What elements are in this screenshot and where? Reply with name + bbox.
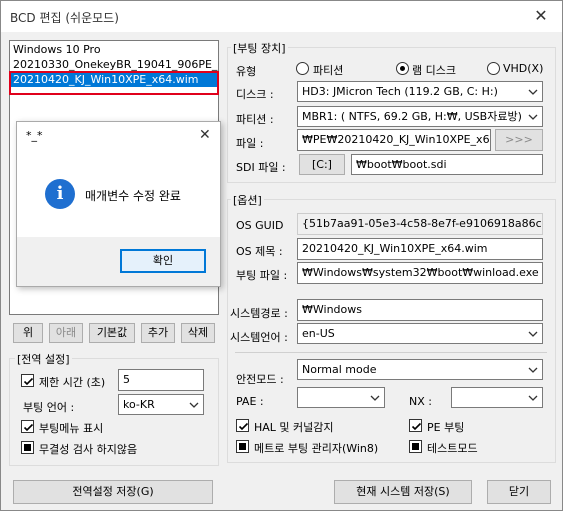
boot-language-label: 부팅 언어 : [23, 401, 75, 414]
timeout-label: 제한 시간 (초) [39, 376, 106, 389]
boot-language-select[interactable]: ko-KR [118, 394, 204, 415]
selection-highlight-box [9, 71, 219, 95]
timeout-checkbox[interactable] [21, 374, 34, 387]
dialog-message: 매개변수 수정 완료 [85, 189, 181, 203]
metro-boot-label: 메트로 부팅 관리자(Win8) [254, 442, 379, 455]
options-divider [235, 352, 547, 353]
pae-select[interactable] [297, 387, 385, 408]
no-integrity-checkbox[interactable] [21, 441, 34, 454]
file-input[interactable]: ₩PE₩20210420_KJ_Win10XPE_x64.wi [297, 129, 491, 151]
radio-partition[interactable] [296, 62, 309, 75]
dialog-title: *_* [26, 129, 43, 142]
sdi-file-input[interactable]: ₩boot₩boot.sdi [351, 154, 543, 175]
move-down-button[interactable]: 아래 [49, 323, 83, 343]
nx-select[interactable] [451, 387, 543, 408]
radio-ramdisk[interactable] [396, 62, 409, 75]
pe-boot-label: PE 부팅 [427, 421, 465, 434]
delete-entry-button[interactable]: 삭제 [181, 323, 215, 343]
partition-label: 파티션 : [236, 113, 274, 126]
chevron-down-icon [528, 114, 538, 120]
partition-value: MBR1: ( NTFS, 69.2 GB, H:₩, USB자료방) [302, 110, 522, 123]
boot-file-input[interactable]: ₩Windows₩system32₩boot₩winload.exe [297, 262, 543, 284]
os-title-label: OS 제목 : [236, 245, 283, 258]
radio-partition-label: 파티션 [313, 64, 344, 77]
radio-vhd-label: VHD(X) [503, 62, 544, 75]
partition-select[interactable]: MBR1: ( NTFS, 69.2 GB, H:₩, USB자료방) [297, 106, 543, 127]
radio-ramdisk-label: 램 디스크 [412, 64, 456, 77]
safe-mode-value: Normal mode [302, 363, 377, 376]
info-icon: i [45, 179, 75, 209]
window-close-button[interactable]: ✕ [526, 4, 556, 28]
move-up-button[interactable]: 위 [13, 323, 43, 343]
list-item[interactable]: Windows 10 Pro [10, 42, 218, 57]
global-settings-label: [전역 설정] [15, 351, 72, 367]
boot-device-label: [부팅 장치] [231, 40, 288, 56]
dialog-footer: 확인 [17, 237, 220, 286]
disk-value: HD3: JMicron Tech (119.2 GB, C: H:) [302, 85, 498, 98]
disk-select[interactable]: HD3: JMicron Tech (119.2 GB, C: H:) [297, 81, 543, 102]
os-guid-label: OS GUID [236, 219, 284, 232]
hal-detect-label: HAL 및 커널감지 [254, 421, 334, 434]
set-default-button[interactable]: 기본값 [89, 323, 135, 343]
bcd-edit-window: BCD 편집 (쉬운모드) ✕ Windows 10 Pro 20210330_… [0, 0, 563, 511]
os-title-input[interactable]: 20210420_KJ_Win10XPE_x64.wim [297, 238, 543, 260]
save-global-button[interactable]: 전역설정 저장(G) [13, 480, 213, 504]
hal-detect-checkbox[interactable] [236, 419, 249, 432]
safe-mode-label: 안전모드 : [236, 373, 284, 386]
system-language-label: 시스템언어 : [230, 331, 288, 344]
boot-menu-checkbox[interactable] [21, 420, 34, 433]
nx-label: NX : [409, 395, 432, 408]
sdi-drive-button[interactable]: [C:] [299, 154, 345, 175]
info-icon-glyph: i [56, 183, 64, 204]
list-item[interactable]: 20210330_OnekeyBR_19041_906PE_boot. [10, 57, 218, 72]
system-language-value: en-US [302, 327, 335, 340]
dialog-close-button[interactable]: ✕ [199, 127, 211, 143]
timeout-input[interactable]: 5 [118, 369, 204, 391]
add-entry-button[interactable]: 추가 [141, 323, 175, 343]
radio-vhd[interactable] [487, 62, 500, 75]
boot-file-label: 부팅 파일 : [236, 269, 288, 282]
boot-menu-label: 부팅메뉴 표시 [39, 422, 104, 435]
type-label: 유형 [236, 65, 257, 78]
system-language-select[interactable]: en-US [297, 323, 543, 344]
close-button[interactable]: 닫기 [487, 480, 551, 504]
browse-file-button[interactable]: >>> [495, 129, 543, 151]
save-system-button[interactable]: 현재 시스템 저장(S) [334, 480, 472, 504]
options-label: [옵션] [231, 192, 264, 208]
system-path-label: 시스템경로 : [230, 307, 288, 320]
test-mode-checkbox[interactable] [409, 440, 422, 453]
sdi-file-label: SDI 파일 : [236, 161, 286, 174]
chevron-down-icon [528, 395, 538, 401]
window-title: BCD 편집 (쉬운모드) [10, 11, 119, 25]
no-integrity-label: 무결성 검사 하지않음 [39, 443, 138, 456]
file-label: 파일 : [236, 137, 264, 150]
chevron-down-icon [528, 89, 538, 95]
safe-mode-select[interactable]: Normal mode [297, 359, 543, 380]
message-dialog: *_* ✕ i 매개변수 수정 완료 확인 [16, 121, 221, 287]
os-guid-field: {51b7aa91-05e3-4c58-8e7f-e9106918a86c} [297, 213, 543, 235]
chevron-down-icon [528, 331, 538, 337]
disk-label: 디스크 : [236, 88, 274, 101]
boot-language-value: ko-KR [123, 398, 155, 411]
dialog-ok-button[interactable]: 확인 [120, 249, 206, 273]
test-mode-label: 테스트모드 [427, 442, 478, 455]
pe-boot-checkbox[interactable] [409, 419, 422, 432]
system-path-input[interactable]: ₩Windows [297, 299, 543, 321]
chevron-down-icon [370, 395, 380, 401]
chevron-down-icon [189, 402, 199, 408]
chevron-down-icon [528, 367, 538, 373]
title-bar: BCD 편집 (쉬운모드) ✕ [1, 1, 562, 32]
pae-label: PAE : [236, 395, 264, 408]
metro-boot-checkbox[interactable] [236, 440, 249, 453]
